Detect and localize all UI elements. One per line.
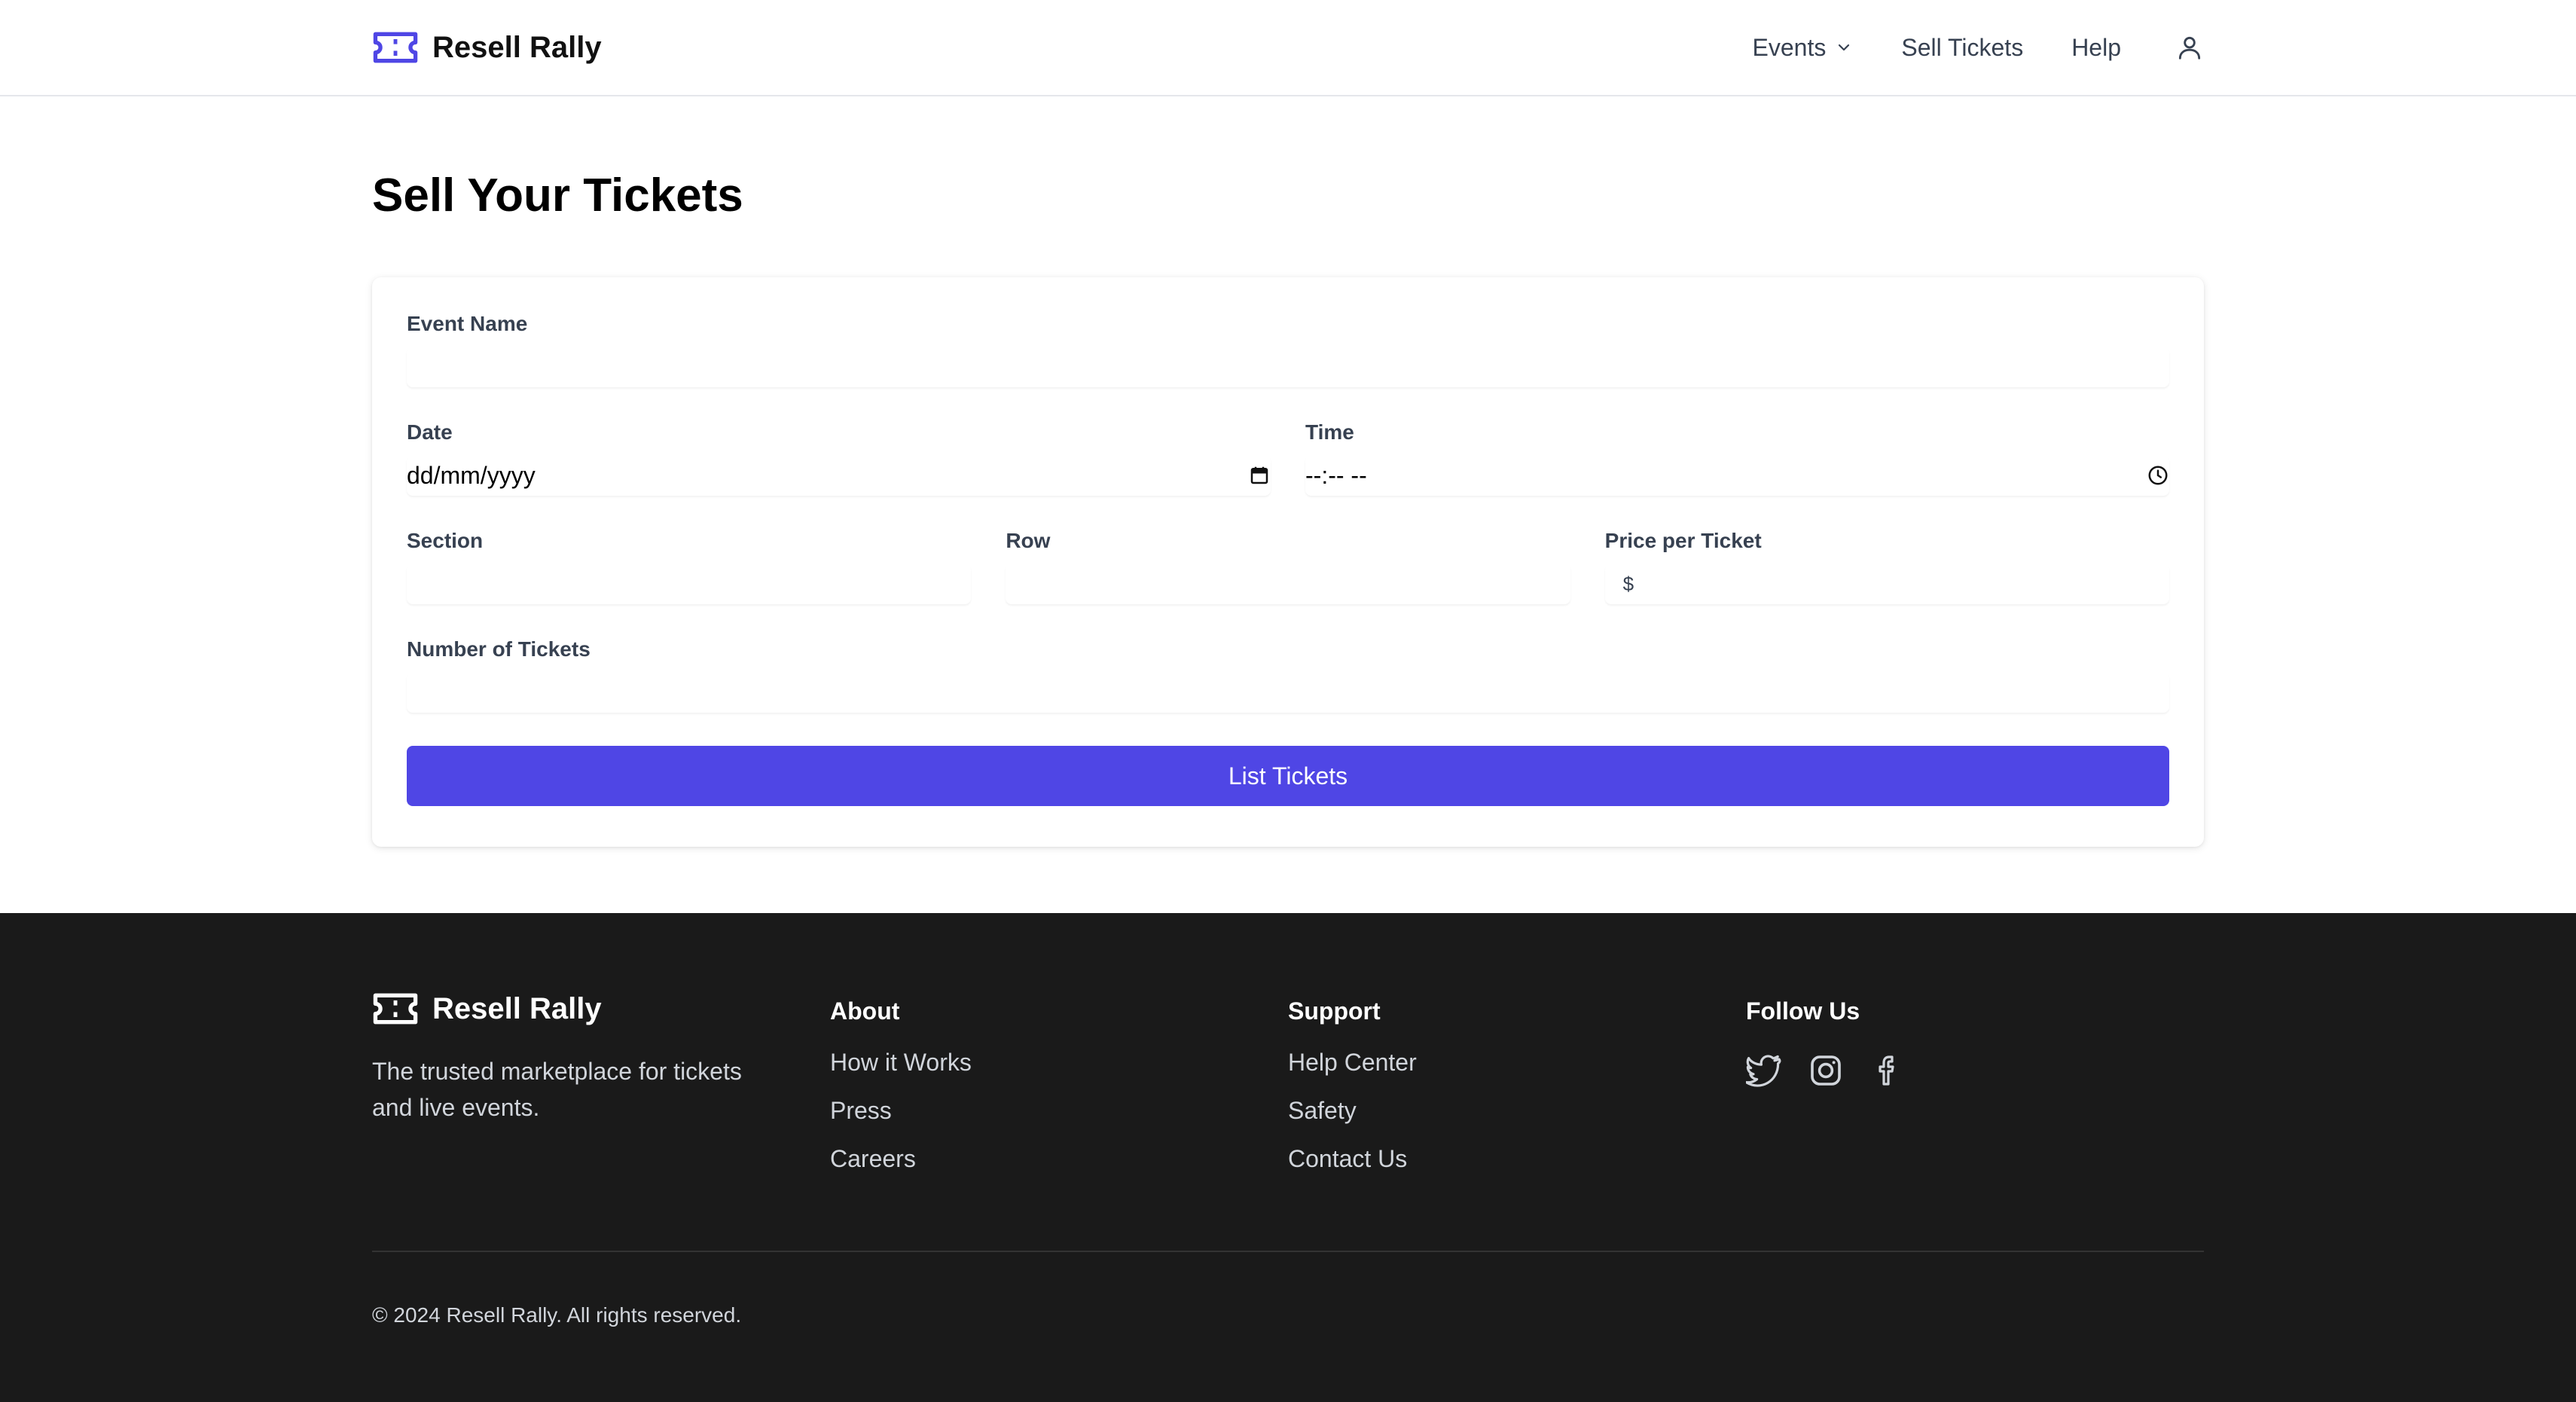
- footer-divider: [372, 1251, 2204, 1252]
- date-group: Date dd/mm/yyyy: [407, 420, 1271, 496]
- nav-sell-tickets[interactable]: Sell Tickets: [1901, 34, 2023, 62]
- row-input[interactable]: [1006, 564, 1570, 604]
- section-group: Section: [407, 529, 972, 604]
- footer-about-links: How it Works Press Careers: [830, 1045, 1288, 1176]
- user-icon[interactable]: [2175, 33, 2204, 62]
- row-group: Row: [1006, 529, 1570, 604]
- seat-price-row: Section Row Price per Ticket $: [407, 529, 2169, 604]
- site-header: Resell Rally Events Sell Tickets Help: [0, 0, 2576, 96]
- twitter-icon[interactable]: [1746, 1052, 1782, 1089]
- footer-copyright: © 2024 Resell Rally. All rights reserved…: [372, 1303, 742, 1327]
- footer-brand-col: Resell Rally The trusted marketplace for…: [372, 988, 830, 1251]
- footer-tagline: The trusted marketplace for tickets and …: [372, 1058, 742, 1121]
- page-title: Sell Your Tickets: [372, 170, 743, 221]
- footer-follow-heading: Follow Us: [1746, 997, 1860, 1025]
- brand-name: Resell Rally: [432, 30, 602, 64]
- quantity-label: Number of Tickets: [407, 637, 591, 661]
- social-links: [1746, 1052, 2204, 1089]
- main-content: Sell Your Tickets Event Name Date dd/mm/…: [0, 169, 2576, 847]
- time-input[interactable]: --:-- --: [1305, 455, 2169, 496]
- footer-support-links: Help Center Safety Contact Us: [1288, 1045, 1746, 1176]
- brand-link[interactable]: Resell Rally: [372, 30, 602, 65]
- footer-link-safety[interactable]: Safety: [1288, 1093, 1746, 1128]
- footer-columns: Resell Rally The trusted marketplace for…: [372, 913, 2204, 1251]
- page: Resell Rally Events Sell Tickets Help Se…: [0, 0, 2576, 1402]
- facebook-icon[interactable]: [1869, 1052, 1906, 1089]
- price-label: Price per Ticket: [1604, 529, 1762, 552]
- footer-about-col: About How it Works Press Careers: [830, 988, 1288, 1251]
- event-name-label: Event Name: [407, 312, 528, 335]
- time-label: Time: [1305, 420, 1354, 444]
- footer-support-col: Support Help Center Safety Contact Us: [1288, 988, 1746, 1251]
- footer-brand-name: Resell Rally: [432, 991, 602, 1025]
- section-input[interactable]: [407, 564, 972, 604]
- footer-link-how-it-works[interactable]: How it Works: [830, 1045, 1288, 1080]
- chevron-down-icon: [1839, 44, 1850, 51]
- footer-brand[interactable]: Resell Rally: [372, 991, 830, 1026]
- instagram-icon[interactable]: [1808, 1052, 1844, 1089]
- nav-events-label: Events: [1752, 33, 1827, 61]
- event-name-group: Event Name: [407, 312, 2169, 387]
- date-input[interactable]: dd/mm/yyyy: [407, 455, 1271, 496]
- quantity-input[interactable]: [407, 672, 2169, 713]
- ticket-logo-icon: [373, 993, 418, 1025]
- footer-link-help-center[interactable]: Help Center: [1288, 1045, 1746, 1080]
- footer-support-heading: Support: [1288, 997, 1381, 1025]
- time-group: Time --:-- --: [1305, 420, 2169, 496]
- ticket-logo-icon: [373, 32, 418, 63]
- section-label: Section: [407, 529, 484, 552]
- calendar-icon[interactable]: [1248, 464, 1271, 487]
- price-group: Price per Ticket $: [1604, 529, 2169, 604]
- clock-icon[interactable]: [2147, 464, 2169, 487]
- nav-help[interactable]: Help: [2071, 34, 2121, 62]
- main-nav: Events Sell Tickets Help: [1753, 33, 2204, 62]
- row-label: Row: [1006, 529, 1051, 552]
- date-label: Date: [407, 420, 453, 444]
- footer-about-heading: About: [830, 997, 900, 1025]
- footer-link-press[interactable]: Press: [830, 1093, 1288, 1128]
- price-input[interactable]: $: [1604, 564, 2169, 604]
- nav-events[interactable]: Events: [1753, 34, 1854, 62]
- quantity-group: Number of Tickets: [407, 637, 2169, 713]
- date-value: dd/mm/yyyy: [407, 461, 536, 489]
- currency-prefix: $: [1622, 572, 1634, 595]
- list-tickets-button[interactable]: List Tickets: [407, 746, 2169, 806]
- site-footer: Resell Rally The trusted marketplace for…: [0, 913, 2576, 1402]
- date-time-row: Date dd/mm/yyyy Time --:-- --: [407, 420, 2169, 496]
- sell-tickets-form: Event Name Date dd/mm/yyyy Time --:-- --…: [372, 277, 2204, 847]
- event-name-input[interactable]: [407, 347, 2169, 387]
- footer-follow-col: Follow Us: [1746, 988, 2204, 1251]
- footer-link-careers[interactable]: Careers: [830, 1141, 1288, 1176]
- time-value: --:-- --: [1305, 461, 1367, 489]
- footer-link-contact-us[interactable]: Contact Us: [1288, 1141, 1746, 1176]
